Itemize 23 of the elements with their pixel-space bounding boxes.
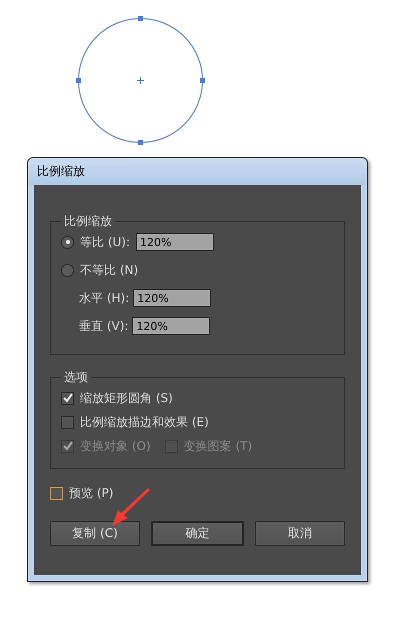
dialog-button[interactable]: 复制 (C) — [50, 521, 140, 546]
radio-button[interactable] — [61, 236, 74, 248]
input-field[interactable]: 120% — [133, 289, 212, 307]
dialog-title: 比例缩放 — [37, 163, 85, 180]
radio-button[interactable] — [61, 264, 74, 276]
dialog-button[interactable]: 取消 — [255, 521, 345, 546]
checkbox[interactable] — [61, 416, 74, 428]
checkbox-label: 缩放矩形圆角 (S) — [80, 390, 173, 406]
checkbox[interactable] — [61, 392, 74, 404]
field-label: 水平 (H): — [79, 290, 130, 306]
dialog-button[interactable]: 确定 — [151, 521, 244, 546]
input-field[interactable]: 120% — [136, 233, 214, 251]
radio-label: 等比 (U): — [80, 234, 130, 250]
input-field[interactable]: 120% — [132, 317, 210, 335]
checkbox-label: 比例缩放描边和效果 (E) — [80, 414, 209, 430]
checkbox-label: 变换对象 (O) — [80, 438, 151, 454]
checkbox-label: 变换图案 (T) — [184, 438, 252, 454]
checkbox[interactable] — [50, 486, 63, 500]
radio-label: 不等比 (N) — [80, 262, 138, 278]
group-title: 选项 — [63, 369, 89, 386]
group-title: 比例缩放 — [63, 213, 113, 230]
checkbox-label: 预览 (P) — [69, 484, 114, 502]
field-label: 垂直 (V): — [79, 318, 128, 334]
